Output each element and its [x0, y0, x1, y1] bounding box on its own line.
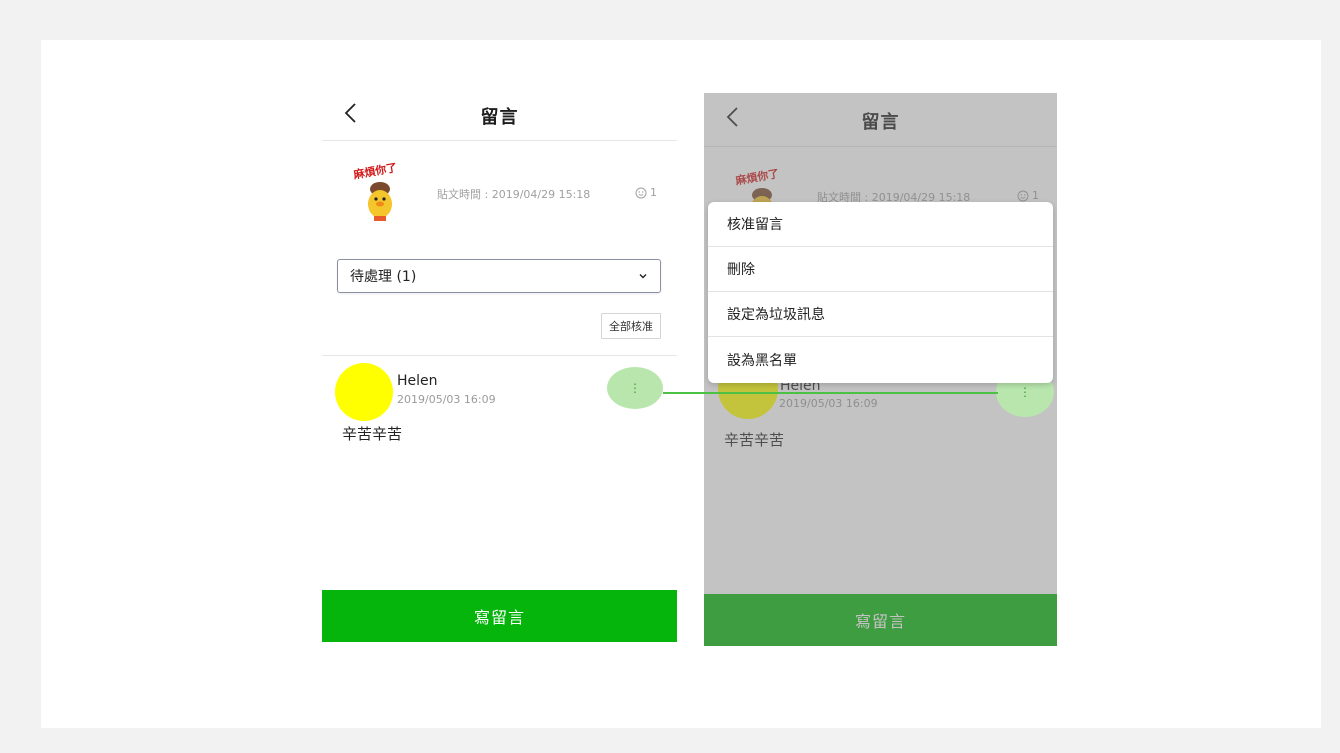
comment-action-menu: 核准留言 刪除 設定為垃圾訊息 設為黑名單 — [708, 202, 1053, 383]
more-vertical-icon: ⋮ — [629, 381, 641, 395]
avatar — [335, 363, 393, 421]
approve-all-button[interactable]: 全部核准 — [601, 313, 661, 339]
write-comment-button[interactable]: 寫留言 — [322, 590, 677, 642]
annotation-connector-line — [663, 392, 998, 394]
post-time: 貼文時間 : 2019/04/29 15:18 — [437, 188, 591, 201]
svg-text:麻煩你了: 麻煩你了 — [351, 160, 398, 182]
comments-screen-menu-open: 留言 麻煩你了 貼文時間 : 2019/04/29 15:18 1 Helen … — [704, 93, 1057, 646]
page-title: 留言 — [480, 107, 519, 128]
comments-screen-default: 留言 麻煩你了 貼文時間 : 2019/04/29 15:18 1 待處理 (1… — [322, 93, 677, 642]
sticker-image: 麻煩你了 — [351, 160, 398, 221]
top-bar: 留言 — [322, 93, 677, 141]
status-filter-dropdown[interactable]: 待處理 (1) — [337, 259, 661, 293]
comment-time: 2019/05/03 16:09 — [397, 393, 496, 406]
comment-text: 辛苦辛苦 — [342, 425, 403, 443]
menu-item-delete[interactable]: 刪除 — [708, 247, 1053, 292]
menu-item-mark-spam[interactable]: 設定為垃圾訊息 — [708, 292, 1053, 337]
more-vertical-icon: ⋮ — [1019, 385, 1031, 399]
reaction-count: 1 — [635, 186, 657, 199]
filter-selected-value: 待處理 (1) — [350, 269, 417, 285]
more-options-button[interactable]: ⋮ — [607, 367, 663, 409]
chevron-down-icon — [639, 274, 647, 279]
reaction-count-value: 1 — [650, 186, 657, 199]
commenter-name: Helen — [397, 373, 438, 389]
post-summary: 麻煩你了 貼文時間 : 2019/04/29 15:18 1 — [322, 141, 677, 251]
divider — [322, 355, 677, 356]
menu-item-approve[interactable]: 核准留言 — [708, 202, 1053, 247]
presentation-canvas — [41, 40, 1321, 728]
smiley-icon — [635, 187, 647, 198]
menu-item-blacklist[interactable]: 設為黑名單 — [708, 337, 1053, 383]
